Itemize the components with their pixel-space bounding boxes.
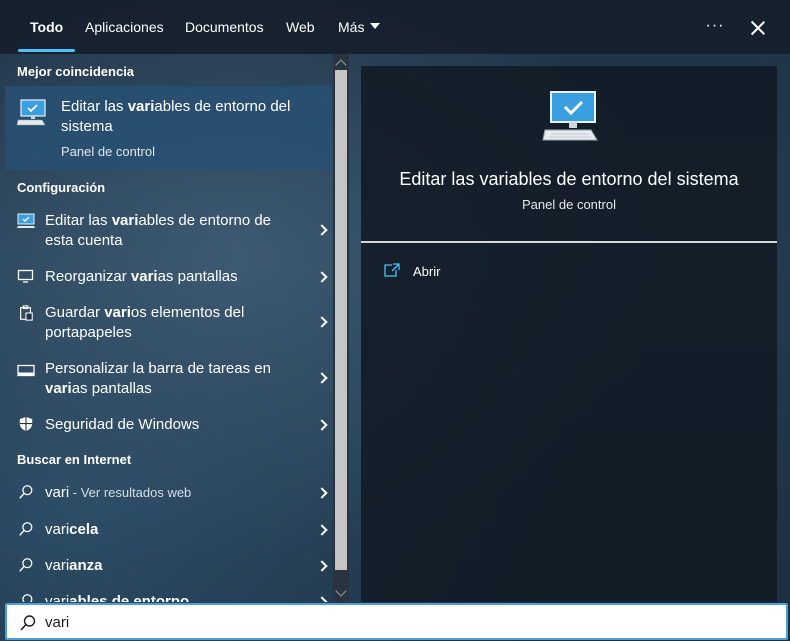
open-action[interactable]: Abrir [383, 262, 503, 282]
settings-item-label: Seguridad de Windows [45, 415, 295, 435]
section-header-web: Buscar en Internet [17, 452, 132, 467]
scroll-thumb[interactable] [335, 70, 347, 570]
chevron-right-icon [316, 316, 328, 328]
web-item-label: varianza [45, 556, 295, 576]
label-bold: anza [69, 557, 103, 574]
best-match-title: Editar las variables de entorno del sist… [61, 97, 311, 137]
open-action-label: Abrir [413, 264, 441, 279]
best-match-item[interactable]: Editar las variables de entorno del sist… [5, 86, 332, 170]
monitor-check-icon [542, 91, 598, 141]
title-bold: vari [127, 98, 155, 115]
web-item-label: varicela [45, 520, 295, 540]
web-item-label: vari - Ver resultados web [45, 483, 295, 503]
chevron-right-icon [316, 596, 328, 602]
taskbar-icon [17, 364, 35, 377]
web-item-variables-de-entorno[interactable]: variables de entorno [5, 591, 332, 602]
search-icon [19, 485, 33, 499]
label-bold: vari [111, 212, 139, 229]
search-icon [19, 558, 33, 572]
settings-item-taskbar-displays[interactable]: Personalizar la barra de tareas en varia… [5, 358, 332, 398]
results-list: Mejor coincidencia Editar las variables … [0, 54, 333, 602]
scroll-down-icon[interactable] [335, 585, 347, 597]
title-pre: Editar las [61, 98, 128, 115]
settings-item-label: Editar las variables de entorno de esta … [45, 211, 295, 251]
settings-item-label: Personalizar la barra de tareas en varia… [45, 359, 295, 399]
tab-todo[interactable]: Todo [17, 0, 76, 54]
preview-subtitle: Panel de control [522, 197, 616, 212]
tab-web[interactable]: Web [286, 0, 315, 54]
label-pre: Seguridad de Windows [45, 416, 200, 433]
label-pre: vari [45, 557, 70, 574]
search-input[interactable] [45, 611, 745, 633]
settings-item-label: Reorganizar varias pantallas [45, 267, 295, 287]
chevron-right-icon [316, 224, 328, 236]
chevron-right-icon [316, 560, 328, 572]
more-options-button[interactable]: ··· [700, 14, 730, 40]
search-bar[interactable] [5, 603, 788, 640]
tab-mas-label: Más [338, 19, 365, 35]
settings-item-rearrange-displays[interactable]: Reorganizar varias pantallas [5, 266, 332, 288]
tab-mas[interactable]: Más [338, 0, 381, 54]
label-pre: vari [45, 521, 70, 538]
chevron-right-icon [316, 487, 328, 499]
label-pre: Guardar [45, 304, 105, 321]
label-bold: vari [45, 380, 72, 397]
tab-bar: Todo Aplicaciones Documentos Web Más ··· [0, 0, 790, 54]
label-pre: Editar las [45, 212, 112, 229]
shield-icon [19, 416, 33, 432]
label-pre: Reorganizar [45, 268, 131, 285]
results-scrollbar[interactable] [333, 54, 349, 602]
label-pre: vari [45, 593, 70, 602]
best-match-subtitle: Panel de control [61, 144, 155, 159]
section-header-settings: Configuración [17, 180, 106, 195]
label-bold: vari [104, 304, 131, 321]
label-post: as pantallas [71, 380, 152, 397]
chevron-right-icon [316, 271, 328, 283]
tab-documentos[interactable]: Documentos [185, 0, 264, 54]
tab-aplicaciones[interactable]: Aplicaciones [85, 0, 164, 54]
web-item-label: variables de entorno [45, 592, 295, 602]
chevron-right-icon [316, 419, 328, 431]
web-item-varicela[interactable]: varicela [5, 519, 332, 541]
label-suffix: - Ver resultados web [69, 485, 192, 500]
monitor-icon [17, 269, 34, 283]
label-pre: Personalizar la barra de tareas en [45, 360, 271, 377]
chevron-right-icon [316, 372, 328, 384]
web-item-varianza[interactable]: varianza [5, 555, 332, 577]
web-item-vari[interactable]: vari - Ver resultados web [5, 482, 332, 504]
label-main: vari [45, 484, 70, 501]
search-icon [22, 594, 33, 602]
ellipsis-icon: ··· [705, 17, 725, 34]
preview-divider [361, 241, 777, 243]
settings-item-label: Guardar varios elementos del portapapele… [45, 303, 295, 343]
close-button[interactable] [744, 12, 772, 42]
chevron-right-icon [316, 524, 328, 536]
open-external-icon [384, 263, 400, 277]
preview-title: Editar las variables de entorno del sist… [399, 169, 739, 189]
label-post: as pantallas [157, 268, 238, 285]
chevron-down-icon [370, 23, 381, 30]
monitor-check-icon [17, 213, 35, 228]
monitor-check-icon [16, 99, 46, 126]
scroll-up-icon[interactable] [335, 59, 347, 71]
search-icon [20, 615, 36, 631]
label-bold: vari [130, 268, 158, 285]
settings-item-windows-security[interactable]: Seguridad de Windows [5, 414, 332, 436]
label-bold: cela [69, 521, 99, 538]
preview-panel: Editar las variables de entorno del sist… [361, 66, 777, 602]
settings-item-clipboard[interactable]: Guardar varios elementos del portapapele… [5, 302, 332, 342]
clipboard-icon [20, 305, 33, 321]
settings-item-edit-account-vars[interactable]: Editar las variables de entorno de esta … [5, 210, 332, 250]
section-header-best-match: Mejor coincidencia [17, 64, 135, 79]
label-bold: ables de entorno [69, 593, 190, 602]
search-icon [19, 522, 33, 536]
